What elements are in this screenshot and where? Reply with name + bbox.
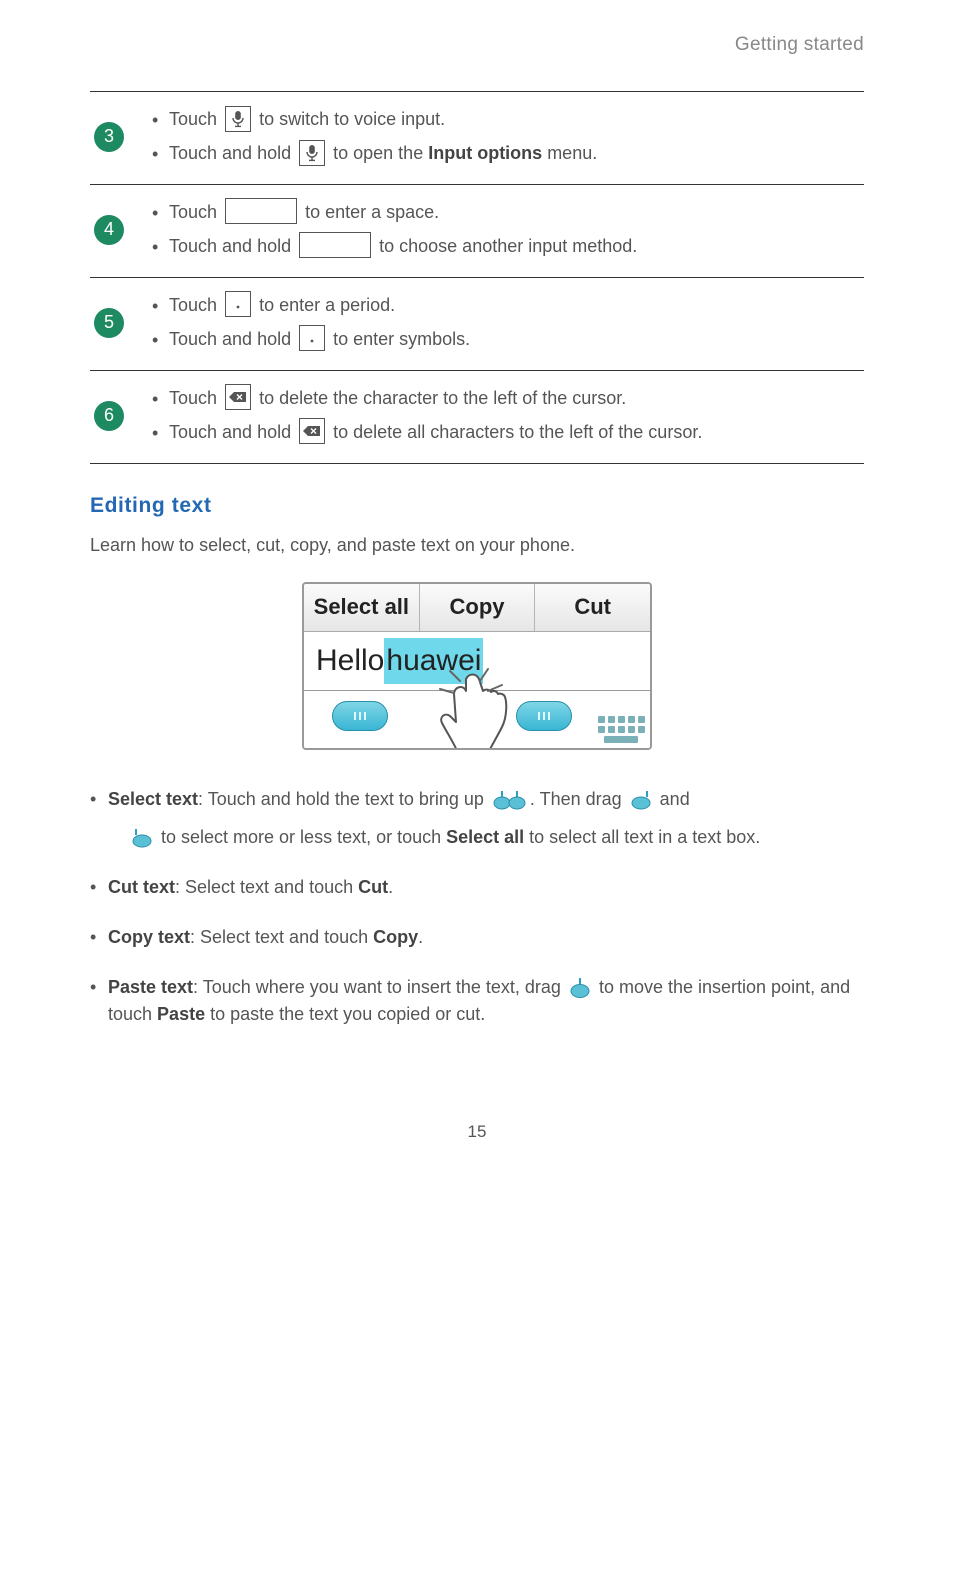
row3-line-a: Touch to switch to voice input. bbox=[152, 106, 860, 134]
text: to enter symbols. bbox=[333, 329, 470, 349]
spacebar-icon bbox=[225, 198, 297, 224]
text: and bbox=[660, 789, 690, 809]
cut-button[interactable]: Cut bbox=[535, 584, 650, 631]
text-strong: Copy bbox=[373, 927, 418, 947]
keyboard-glimpse-icon bbox=[598, 716, 644, 744]
text: : Touch and hold the text to bring up bbox=[198, 789, 489, 809]
text: . bbox=[388, 877, 393, 897]
text: Touch and hold bbox=[169, 329, 296, 349]
text: to paste the text you copied or cut. bbox=[205, 1004, 485, 1024]
editing-text-heading: Editing text bbox=[90, 490, 864, 523]
keyboard-actions-table: 3 Touch to switch to voice input. Touch … bbox=[90, 91, 864, 463]
table-row: 3 Touch to switch to voice input. Touch … bbox=[90, 92, 864, 185]
insertion-handle-icon bbox=[570, 977, 590, 999]
text-strong: Select all bbox=[446, 827, 524, 847]
table-row: 4 Touch to enter a space. Touch and hold… bbox=[90, 185, 864, 278]
mic-icon bbox=[299, 140, 325, 166]
text: to enter a space. bbox=[305, 202, 439, 222]
label: Cut text bbox=[108, 877, 175, 897]
period-key-icon bbox=[299, 325, 325, 351]
row-number-badge: 3 bbox=[94, 122, 124, 152]
selection-handles-pair-icon bbox=[493, 790, 526, 810]
copy-button[interactable]: Copy bbox=[420, 584, 536, 631]
row4-line-b: Touch and hold to choose another input m… bbox=[152, 233, 860, 261]
feature-select-text: Select text: Touch and hold the text to … bbox=[90, 786, 864, 852]
spacebar-icon bbox=[299, 232, 371, 258]
page-number: 15 bbox=[90, 1119, 864, 1145]
text: . Then drag bbox=[530, 789, 627, 809]
text: to select all text in a text box. bbox=[524, 827, 760, 847]
text: menu. bbox=[542, 143, 597, 163]
text: to delete the character to the left of t… bbox=[259, 388, 626, 408]
table-row: 5 Touch to enter a period. Touch and hol… bbox=[90, 278, 864, 371]
row-number-badge: 4 bbox=[94, 215, 124, 245]
selected-text: huawei bbox=[384, 638, 483, 685]
text: to delete all characters to the left of … bbox=[333, 422, 702, 442]
row-number-badge: 5 bbox=[94, 308, 124, 338]
text: Touch and hold bbox=[169, 143, 296, 163]
text: Touch bbox=[169, 388, 222, 408]
selection-handle-right-icon bbox=[132, 828, 152, 848]
text: Touch bbox=[169, 109, 222, 129]
backspace-icon bbox=[299, 418, 325, 444]
text-strong: Paste bbox=[157, 1004, 205, 1024]
page-header: Getting started bbox=[90, 30, 864, 59]
feature-copy-text: Copy text: Select text and touch Copy. bbox=[90, 924, 864, 952]
text: to choose another input method. bbox=[379, 236, 637, 256]
feature-cut-text: Cut text: Select text and touch Cut. bbox=[90, 874, 864, 902]
editing-figure: Select all Copy Cut Hello huawei bbox=[90, 582, 864, 750]
figure-text-row: Hello huawei bbox=[304, 632, 650, 690]
selection-handle-left-icon bbox=[631, 790, 651, 810]
text-strong: Input options bbox=[428, 143, 542, 163]
text: Touch bbox=[169, 202, 222, 222]
text: to open the bbox=[333, 143, 428, 163]
text: to enter a period. bbox=[259, 295, 395, 315]
row4-line-a: Touch to enter a space. bbox=[152, 199, 860, 227]
label: Select text bbox=[108, 789, 198, 809]
text: Hello bbox=[316, 638, 384, 685]
text: to select more or less text, or touch bbox=[156, 827, 446, 847]
text: : Select text and touch bbox=[175, 877, 358, 897]
feature-paste-text: Paste text: Touch where you want to inse… bbox=[90, 974, 864, 1030]
select-all-button[interactable]: Select all bbox=[304, 584, 420, 631]
row6-line-a: Touch to delete the character to the lef… bbox=[152, 385, 860, 413]
text: Touch and hold bbox=[169, 236, 296, 256]
text: to switch to voice input. bbox=[259, 109, 445, 129]
text: : Touch where you want to insert the tex… bbox=[193, 977, 566, 997]
mic-icon bbox=[225, 106, 251, 132]
label: Paste text bbox=[108, 977, 193, 997]
text: Touch bbox=[169, 295, 222, 315]
figure-handles-row bbox=[304, 690, 650, 748]
row5-line-b: Touch and hold to enter symbols. bbox=[152, 326, 860, 354]
text-strong: Cut bbox=[358, 877, 388, 897]
row3-line-b: Touch and hold to open the Input options… bbox=[152, 140, 860, 168]
table-row: 6 Touch to delete the character to the l… bbox=[90, 370, 864, 463]
text: Touch and hold bbox=[169, 422, 296, 442]
figure-toolbar: Select all Copy Cut bbox=[304, 584, 650, 632]
row5-line-a: Touch to enter a period. bbox=[152, 292, 860, 320]
feature-list: Select text: Touch and hold the text to … bbox=[90, 786, 864, 1029]
backspace-icon bbox=[225, 384, 251, 410]
editing-intro: Learn how to select, cut, copy, and past… bbox=[90, 532, 864, 560]
row6-line-b: Touch and hold to delete all characters … bbox=[152, 419, 860, 447]
text: . bbox=[418, 927, 423, 947]
selection-handle-left[interactable] bbox=[332, 701, 388, 731]
row-number-badge: 6 bbox=[94, 401, 124, 431]
label: Copy text bbox=[108, 927, 190, 947]
selection-handle-right[interactable] bbox=[516, 701, 572, 731]
period-key-icon bbox=[225, 291, 251, 317]
text: : Select text and touch bbox=[190, 927, 373, 947]
